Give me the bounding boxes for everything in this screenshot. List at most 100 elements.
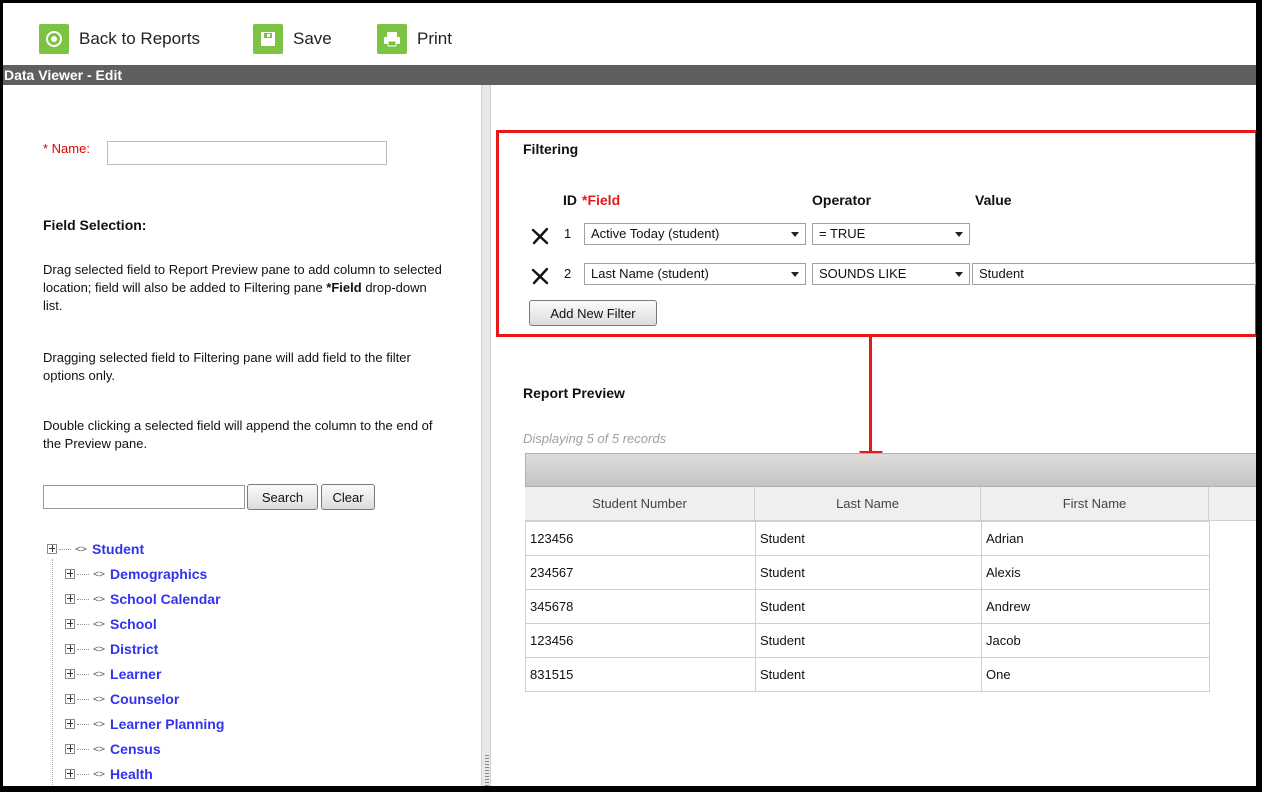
tree-connector	[77, 748, 89, 750]
tree-node-district[interactable]: <> District	[65, 640, 158, 658]
filter-row-id: 2	[564, 266, 572, 281]
clear-button[interactable]: Clear	[321, 484, 375, 510]
tree-node-census[interactable]: <> Census	[65, 740, 161, 758]
annotation-arrow-line	[869, 337, 872, 453]
print-label: Print	[417, 29, 452, 48]
filter-field-value: Last Name (student)	[591, 266, 709, 281]
tree-node-counselor[interactable]: <> Counselor	[65, 690, 179, 708]
tree-node-label[interactable]: Health	[110, 766, 153, 782]
expand-plus-icon[interactable]	[65, 769, 75, 779]
name-input[interactable]	[107, 141, 387, 165]
filter-operator-select[interactable]: SOUNDS LIKE	[812, 263, 970, 285]
table-row: 831515 Student One	[525, 657, 1210, 692]
expand-plus-icon[interactable]	[65, 744, 75, 754]
tree-node-label[interactable]: Learner	[110, 666, 161, 682]
expand-plus-icon[interactable]	[65, 644, 75, 654]
back-circle-icon	[39, 24, 69, 54]
field-group-icon: <>	[75, 543, 88, 555]
field-group-icon: <>	[93, 743, 106, 755]
filter-operator-value: SOUNDS LIKE	[819, 266, 907, 281]
tree-node-label[interactable]: District	[110, 641, 158, 657]
tree-node-label[interactable]: Student	[92, 541, 144, 557]
cell-last-name: Student	[755, 521, 982, 556]
column-header-last-name[interactable]: Last Name	[755, 487, 981, 521]
add-new-filter-button[interactable]: Add New Filter	[529, 300, 657, 326]
delete-filter-x-icon[interactable]	[531, 227, 549, 245]
expand-plus-icon[interactable]	[65, 694, 75, 704]
tree-node-health[interactable]: <> Health	[65, 765, 153, 783]
tree-node-label[interactable]: School Calendar	[110, 591, 220, 607]
expand-plus-icon[interactable]	[65, 569, 75, 579]
filter-row-id: 1	[564, 226, 572, 241]
help-text-double-click: Double clicking a selected field will ap…	[43, 418, 433, 451]
cell-student-number: 234567	[525, 555, 756, 590]
cell-last-name: Student	[755, 623, 982, 658]
chevron-down-icon	[791, 272, 799, 277]
column-header-student-number[interactable]: Student Number	[525, 487, 755, 521]
filtering-title: Filtering	[523, 141, 579, 157]
tree-node-label[interactable]: Learner Planning	[110, 716, 224, 732]
report-preview-title: Report Preview	[523, 385, 625, 401]
expand-plus-icon[interactable]	[65, 594, 75, 604]
help-text-bold: *Field	[326, 280, 362, 295]
tree-node-learner[interactable]: <> Learner	[65, 665, 161, 683]
chevron-down-icon	[955, 272, 963, 277]
filter-value-input[interactable]: Student	[972, 263, 1256, 285]
cell-last-name: Student	[755, 589, 982, 624]
print-button[interactable]: Print	[377, 23, 452, 55]
column-header-first-name[interactable]: First Name	[981, 487, 1209, 521]
delete-filter-x-icon[interactable]	[531, 267, 549, 285]
filter-field-select[interactable]: Active Today (student)	[584, 223, 806, 245]
field-search-input[interactable]	[43, 485, 245, 509]
expand-plus-icon[interactable]	[65, 669, 75, 679]
tree-node-school-calendar[interactable]: <> School Calendar	[65, 590, 221, 608]
tree-node-label[interactable]: School	[110, 616, 157, 632]
field-group-icon: <>	[93, 768, 106, 780]
help-text-drag-preview: Drag selected field to Report Preview pa…	[43, 261, 443, 315]
field-group-icon: <>	[93, 643, 106, 655]
expand-plus-icon[interactable]	[65, 719, 75, 729]
tree-node-demographics[interactable]: <> Demographics	[65, 565, 207, 583]
save-button[interactable]: Save	[253, 23, 332, 55]
filter-col-operator: Operator	[812, 192, 872, 208]
tree-connector	[59, 548, 71, 550]
filter-operator-value: = TRUE	[819, 226, 866, 241]
chevron-down-icon	[791, 232, 799, 237]
back-to-reports-button[interactable]: Back to Reports	[39, 23, 200, 55]
cell-first-name: Adrian	[981, 521, 1210, 556]
field-group-icon: <>	[93, 668, 106, 680]
app-window: Back to Reports Save Print Data Viewer -…	[0, 0, 1262, 792]
record-count-text: Displaying 5 of 5 records	[523, 431, 667, 446]
page-title-bar: Data Viewer - Edit	[3, 65, 1256, 85]
chevron-down-icon	[955, 232, 963, 237]
search-button[interactable]: Search	[247, 484, 318, 510]
splitter-grip-icon[interactable]	[485, 755, 489, 786]
tree-connector	[77, 573, 89, 575]
table-row: 345678 Student Andrew	[525, 589, 1210, 624]
filter-col-field: *Field	[582, 192, 621, 208]
expand-plus-icon[interactable]	[47, 544, 57, 554]
tree-node-label[interactable]: Census	[110, 741, 161, 757]
cell-last-name: Student	[755, 657, 982, 692]
pane-splitter[interactable]	[481, 85, 491, 786]
tree-node-label[interactable]: Counselor	[110, 691, 179, 707]
save-label: Save	[293, 29, 332, 48]
tree-node-student[interactable]: <> Student	[47, 540, 144, 558]
help-text-drag-filter: Dragging selected field to Filtering pan…	[43, 350, 411, 383]
cell-first-name: Jacob	[981, 623, 1210, 658]
tree-node-label[interactable]: Demographics	[110, 566, 207, 582]
expand-plus-icon[interactable]	[65, 619, 75, 629]
preview-grid-header-bar	[525, 453, 1256, 487]
filter-field-select[interactable]: Last Name (student)	[584, 263, 806, 285]
filter-col-id: ID	[563, 192, 577, 208]
tree-node-learner-planning[interactable]: <> Learner Planning	[65, 715, 224, 733]
tree-connector	[77, 673, 89, 675]
cell-student-number: 123456	[525, 623, 756, 658]
tree-node-school[interactable]: <> School	[65, 615, 157, 633]
filter-operator-select[interactable]: = TRUE	[812, 223, 970, 245]
field-group-icon: <>	[93, 568, 106, 580]
cell-first-name: Andrew	[981, 589, 1210, 624]
cell-student-number: 123456	[525, 521, 756, 556]
field-selection-heading: Field Selection:	[43, 217, 147, 233]
back-to-reports-label: Back to Reports	[79, 29, 200, 48]
